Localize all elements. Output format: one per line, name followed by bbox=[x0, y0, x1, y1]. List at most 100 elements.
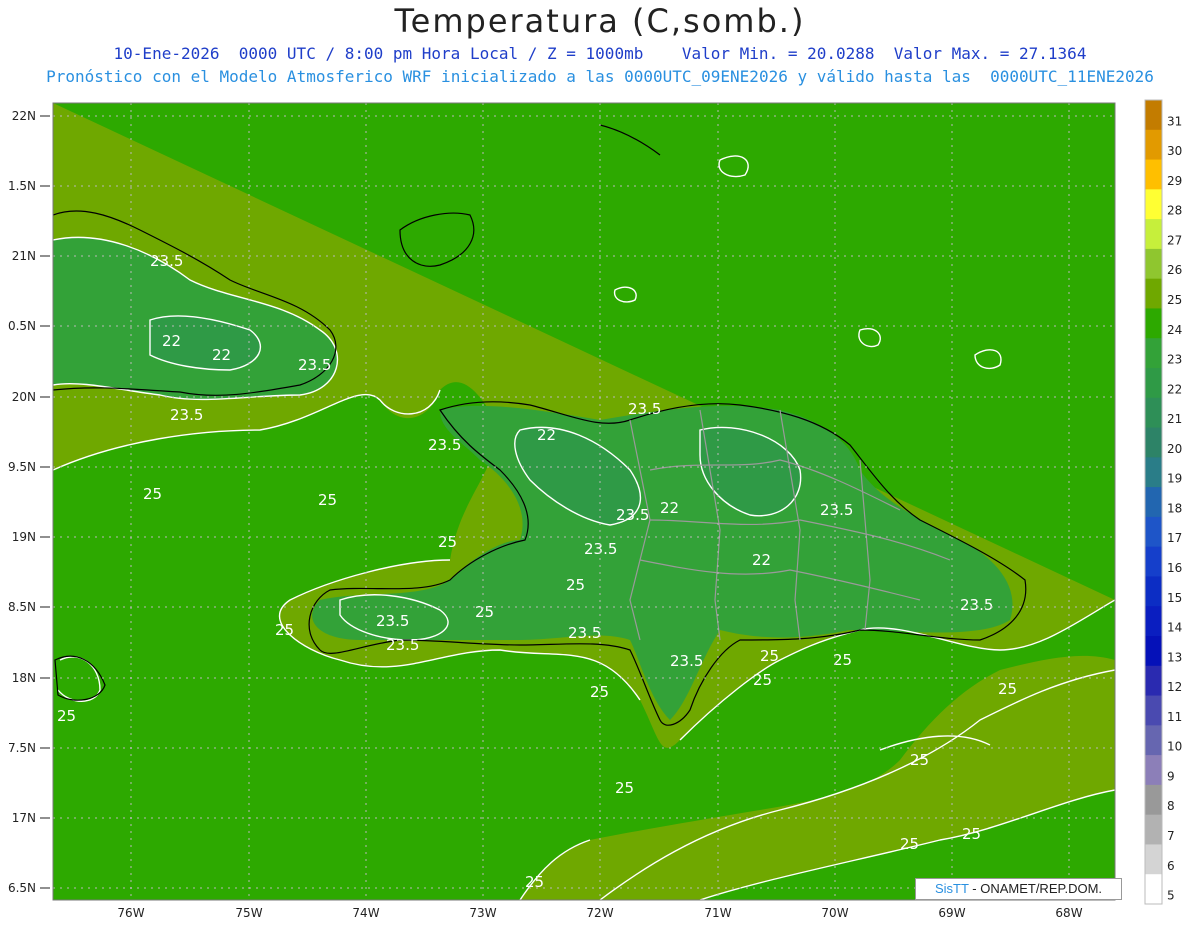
colorbar-swatch bbox=[1145, 308, 1162, 339]
contour-label: 25 bbox=[566, 576, 585, 594]
colorbar-label: 15 bbox=[1167, 591, 1182, 605]
lat-label: 20N bbox=[12, 390, 36, 404]
colorbar-label: 9 bbox=[1167, 769, 1175, 783]
contour-label: 23.5 bbox=[386, 636, 419, 654]
credit-text: - ONAMET/REP.DOM. bbox=[968, 881, 1103, 896]
contour-label: 23.5 bbox=[568, 624, 601, 642]
contour-label: 22 bbox=[752, 551, 771, 569]
contour-label: 22 bbox=[162, 332, 181, 350]
colorbar-swatch bbox=[1145, 278, 1162, 309]
colorbar-swatch bbox=[1145, 546, 1162, 577]
latitude-ticks bbox=[40, 115, 50, 889]
colorbar-swatch bbox=[1145, 159, 1162, 190]
colorbar-label: 22 bbox=[1167, 382, 1182, 396]
contour-label: 25 bbox=[57, 707, 76, 725]
brand-logo: SisTT bbox=[934, 881, 969, 896]
contour-label: 25 bbox=[525, 873, 544, 891]
contour-label: 23.5 bbox=[428, 436, 461, 454]
lon-label: 71W bbox=[704, 906, 731, 920]
contour-label: 23.5 bbox=[960, 596, 993, 614]
colorbar-label: 7 bbox=[1167, 829, 1175, 843]
contour-label: 25 bbox=[615, 779, 634, 797]
lat-label: 1.5N bbox=[8, 179, 36, 193]
colorbar-swatch bbox=[1145, 248, 1162, 280]
lon-label: 75W bbox=[235, 906, 262, 920]
colorbar-label: 13 bbox=[1167, 650, 1182, 664]
colorbar-label: 6 bbox=[1167, 859, 1175, 873]
colorbar-label: 11 bbox=[1167, 710, 1182, 724]
colorbar-label: 31 bbox=[1167, 114, 1182, 128]
colorbar-label: 19 bbox=[1167, 472, 1182, 486]
contour-label: 22 bbox=[537, 426, 556, 444]
colorbar-swatch bbox=[1145, 487, 1162, 518]
colorbar-label: 26 bbox=[1167, 263, 1182, 277]
map-plot-area: 23.5 22 22 23.5 23.5 25 25 23.5 22 23.5 … bbox=[53, 103, 1115, 900]
lat-label: 0.5N bbox=[8, 319, 36, 333]
colorbar-label: 24 bbox=[1167, 323, 1182, 337]
colorbar-label: 28 bbox=[1167, 204, 1182, 218]
colorbar-swatch bbox=[1145, 397, 1162, 429]
colorbar-label: 14 bbox=[1167, 621, 1182, 635]
contour-label: 23.5 bbox=[670, 652, 703, 670]
lon-label: 70W bbox=[821, 906, 848, 920]
colorbar-swatch bbox=[1145, 784, 1162, 816]
colorbar-label: 25 bbox=[1167, 293, 1182, 307]
colorbar-swatch bbox=[1145, 636, 1162, 667]
temperature-colorbar: 31 30 29 28 27 26 25 24 23 22 21 20 19 18 17 16 15 14 13 12… bbox=[1144, 99, 1182, 905]
latitude-labels: 22N 1.5N 21N 0.5N 20N 9.5N 19N 8.5N 18N … bbox=[8, 109, 36, 895]
colorbar-swatch bbox=[1145, 516, 1162, 548]
contour-label: 23.5 bbox=[376, 612, 409, 630]
colorbar-label: 27 bbox=[1167, 233, 1182, 247]
colorbar-swatch bbox=[1145, 814, 1162, 845]
colorbar-swatch bbox=[1145, 725, 1162, 756]
colorbar-swatch bbox=[1145, 100, 1162, 131]
lat-label: 21N bbox=[12, 249, 36, 263]
colorbar-swatch bbox=[1145, 129, 1162, 161]
colorbar-swatch bbox=[1145, 695, 1162, 726]
lat-label: 7.5N bbox=[8, 741, 36, 755]
colorbar-label: 18 bbox=[1167, 501, 1182, 515]
contour-label: 22 bbox=[212, 346, 231, 364]
contour-label: 25 bbox=[475, 603, 494, 621]
contour-label: 25 bbox=[833, 651, 852, 669]
contour-label: 25 bbox=[438, 533, 457, 551]
contour-label: 25 bbox=[318, 491, 337, 509]
lat-label: 19N bbox=[12, 530, 36, 544]
colorbar-swatch bbox=[1145, 368, 1162, 399]
lon-label: 74W bbox=[352, 906, 379, 920]
colorbar-label: 20 bbox=[1167, 442, 1182, 456]
contour-label: 25 bbox=[962, 825, 981, 843]
contour-label: 23.5 bbox=[584, 540, 617, 558]
colorbar-label: 23 bbox=[1167, 353, 1182, 367]
lon-label: 68W bbox=[1055, 906, 1082, 920]
colorbar-label: 8 bbox=[1167, 799, 1175, 813]
contour-label: 23.5 bbox=[298, 356, 331, 374]
colorbar-label: 17 bbox=[1167, 531, 1182, 545]
contour-label: 25 bbox=[143, 485, 162, 503]
colorbar-swatch bbox=[1145, 189, 1162, 220]
contour-label: 25 bbox=[760, 647, 779, 665]
lat-label: 18N bbox=[12, 671, 36, 685]
credit-box: SisTT - ONAMET/REP.DOM. bbox=[915, 878, 1122, 900]
colorbar-swatch bbox=[1145, 576, 1162, 607]
colorbar-swatch bbox=[1145, 427, 1162, 458]
contour-label: 22 bbox=[660, 499, 679, 517]
contour-label: 23.5 bbox=[616, 506, 649, 524]
colorbar-label: 30 bbox=[1167, 144, 1182, 158]
colorbar-swatch bbox=[1145, 457, 1162, 488]
colorbar-swatch bbox=[1145, 874, 1162, 905]
colorbar-label: 10 bbox=[1167, 740, 1182, 754]
contour-label: 25 bbox=[753, 671, 772, 689]
contour-label: 23.5 bbox=[628, 400, 661, 418]
lon-label: 72W bbox=[586, 906, 613, 920]
colorbar-swatch bbox=[1145, 219, 1162, 250]
longitude-labels: 76W 75W 74W 73W 72W 71W 70W 69W 68W bbox=[117, 906, 1082, 920]
contour-label: 25 bbox=[275, 621, 294, 639]
colorbar-swatch bbox=[1145, 665, 1162, 697]
colorbar-swatch bbox=[1145, 844, 1162, 875]
temperature-map: 23.5 22 22 23.5 23.5 25 25 23.5 22 23.5 … bbox=[8, 99, 1182, 920]
colorbar-label: 21 bbox=[1167, 412, 1182, 426]
lon-label: 76W bbox=[117, 906, 144, 920]
contour-label: 25 bbox=[910, 751, 929, 769]
lon-label: 73W bbox=[469, 906, 496, 920]
